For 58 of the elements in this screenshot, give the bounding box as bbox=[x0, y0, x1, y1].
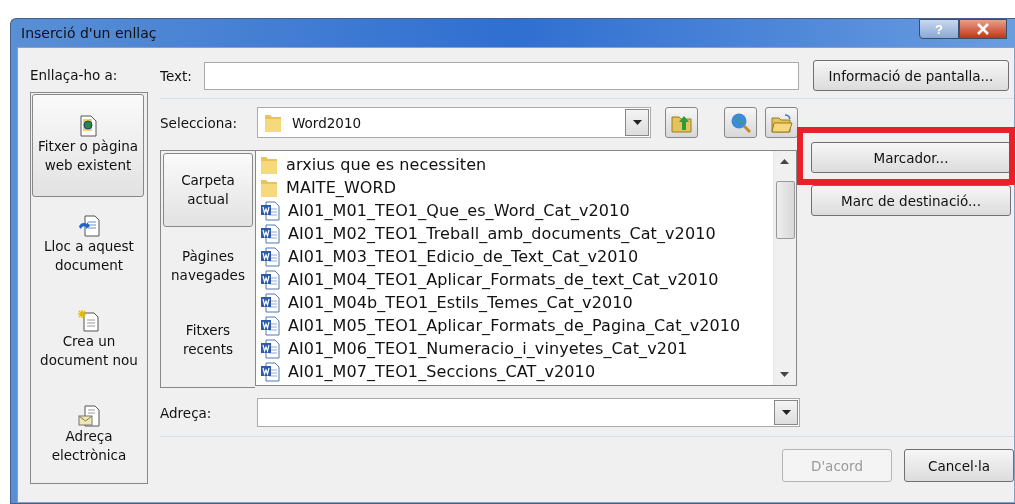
address-dropdown[interactable] bbox=[257, 398, 800, 427]
file-list[interactable] bbox=[255, 150, 797, 386]
view-tab[interactable]: Pàgines navegades bbox=[161, 229, 255, 303]
document-arrow-icon bbox=[78, 215, 100, 238]
screen-tip-button[interactable]: Informació de pantalla... bbox=[813, 60, 1009, 91]
word-document-icon bbox=[260, 200, 280, 221]
file-name[interactable]: AI01_M06_TEO1_Numeracio_i_vinyetes_Cat_v201 bbox=[288, 339, 688, 358]
link-type-item[interactable]: Crea un document nou bbox=[31, 292, 147, 388]
address-label: Adreça: bbox=[160, 404, 213, 421]
look-in-dropdown[interactable]: Word2010 bbox=[257, 107, 651, 138]
scroll-down-icon bbox=[780, 372, 789, 377]
target-frame-button[interactable]: Marc de destinació... bbox=[811, 185, 1011, 216]
word-document-icon bbox=[260, 292, 280, 313]
window-title: Inserció d'un enllaç bbox=[20, 25, 157, 41]
word-document-icon bbox=[260, 315, 280, 336]
document-envelope-icon bbox=[78, 405, 100, 428]
new-document-icon bbox=[78, 310, 100, 333]
open-folder-button[interactable] bbox=[765, 107, 798, 138]
file-name[interactable]: AI01_M02_TEO1_Treball_amb_documents_Cat_v2010 bbox=[288, 224, 716, 243]
file-name[interactable]: arxius que es necessiten bbox=[286, 155, 487, 174]
open-folder-icon bbox=[770, 112, 793, 133]
cancel-button[interactable]: Cancel·la bbox=[904, 449, 1014, 482]
file-name[interactable]: AI01_M05_TEO1_Aplicar_Formats_de_Pagina_Cat_v2010 bbox=[288, 316, 741, 335]
word-document-icon bbox=[260, 338, 280, 359]
view-tab[interactable]: Fitxers recents bbox=[161, 303, 255, 377]
link-to-label: Enllaça-ho a: bbox=[30, 66, 118, 85]
globe-search-icon bbox=[729, 111, 752, 134]
caret-icon bbox=[781, 410, 791, 415]
folder-icon bbox=[260, 154, 278, 175]
bookmark-button[interactable]: Marcador... bbox=[811, 142, 1011, 173]
file-name[interactable]: AI01_M03_TEO1_Edicio_de_Text_Cat_v2010 bbox=[288, 247, 639, 266]
close-button[interactable] bbox=[959, 19, 1007, 39]
word-document-icon bbox=[260, 361, 280, 382]
word-document-icon bbox=[260, 269, 280, 290]
view-tab[interactable]: Carpeta actual bbox=[163, 153, 253, 227]
folder-icon bbox=[260, 177, 278, 198]
scrollbar[interactable] bbox=[773, 151, 796, 385]
look-in-label: Selecciona: bbox=[160, 114, 239, 131]
file-name[interactable]: MAITE_WORD bbox=[286, 178, 397, 197]
text-label: Text: bbox=[160, 67, 193, 84]
scroll-thumb[interactable] bbox=[776, 181, 795, 239]
word-document-icon bbox=[260, 246, 280, 267]
word-document-icon bbox=[260, 223, 280, 244]
file-name[interactable]: AI01_M01_TEO1_Que_es_Word_Cat_v2010 bbox=[288, 201, 630, 220]
folder-icon bbox=[264, 112, 282, 133]
file-name[interactable]: AI01_M04_TEO1_Aplicar_Formats_de_text_Cat_v2010 bbox=[288, 270, 719, 289]
link-type-item[interactable]: Fitxer o pàgina web existent bbox=[32, 94, 144, 197]
document-globe-icon bbox=[78, 115, 98, 138]
link-type-item[interactable]: Adreça electrònica bbox=[31, 388, 147, 483]
text-field[interactable] bbox=[204, 61, 799, 90]
file-name[interactable]: AI01_M07_TEO1_Seccions_CAT_v2010 bbox=[288, 362, 596, 381]
close-icon bbox=[977, 23, 989, 35]
caret-icon bbox=[632, 120, 642, 125]
file-name[interactable]: AI01_M04b_TEO1_Estils_Temes_Cat_v2010 bbox=[288, 293, 633, 312]
browse-web-button[interactable] bbox=[724, 107, 757, 138]
link-type-item[interactable]: Lloc a aquest document bbox=[31, 197, 147, 293]
scroll-up-icon bbox=[780, 159, 789, 164]
up-folder-button[interactable] bbox=[665, 107, 698, 138]
